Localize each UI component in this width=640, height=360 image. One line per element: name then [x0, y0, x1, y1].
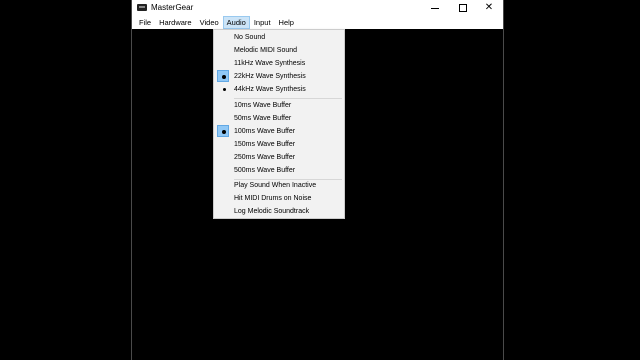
- minimize-icon: [431, 7, 439, 9]
- menu-option-label: 500ms Wave Buffer: [234, 167, 296, 174]
- menu-option-250ms[interactable]: 250ms Wave Buffer: [214, 151, 344, 164]
- menu-option-play-inactive[interactable]: Play Sound When Inactive: [214, 179, 344, 192]
- minimize-button[interactable]: [422, 0, 448, 16]
- menu-option-label: Hit MIDI Drums on Noise: [234, 195, 312, 202]
- maximize-button[interactable]: [450, 0, 476, 16]
- app-icon: [137, 4, 147, 11]
- menu-option-150ms[interactable]: 150ms Wave Buffer: [214, 138, 344, 151]
- audio-dropdown-menu: No Sound Melodic MIDI Sound 11kHz Wave S…: [213, 29, 345, 219]
- menu-file[interactable]: File: [135, 16, 155, 29]
- menu-option-50ms[interactable]: 50ms Wave Buffer: [214, 112, 344, 125]
- menu-option-22khz[interactable]: 22kHz Wave Synthesis: [214, 70, 344, 83]
- menu-video[interactable]: Video: [196, 16, 223, 29]
- menu-option-log-soundtrack[interactable]: Log Melodic Soundtrack: [214, 205, 344, 218]
- menu-option-10ms[interactable]: 10ms Wave Buffer: [214, 99, 344, 112]
- menu-option-label: 100ms Wave Buffer: [234, 128, 296, 135]
- close-button[interactable]: ✕: [476, 0, 502, 16]
- menu-input[interactable]: Input: [250, 16, 275, 29]
- menu-option-label: 150ms Wave Buffer: [234, 141, 296, 148]
- menu-option-label: Melodic MIDI Sound: [234, 47, 298, 54]
- radio-selected-icon: [217, 70, 229, 82]
- menu-bar: File Hardware Video Audio Input Help: [132, 16, 503, 29]
- menu-option-500ms[interactable]: 500ms Wave Buffer: [214, 164, 344, 177]
- menu-option-midi-drums[interactable]: Hit MIDI Drums on Noise: [214, 192, 344, 205]
- menu-option-label: No Sound: [234, 34, 266, 41]
- menu-option-44khz[interactable]: 44kHz Wave Synthesis: [214, 83, 344, 96]
- menu-option-label: 22kHz Wave Synthesis: [234, 73, 306, 80]
- maximize-icon: [459, 4, 467, 12]
- menu-hardware[interactable]: Hardware: [155, 16, 196, 29]
- window-title: MasterGear: [151, 3, 194, 12]
- menu-option-100ms[interactable]: 100ms Wave Buffer: [214, 125, 344, 138]
- menu-help[interactable]: Help: [275, 16, 298, 29]
- menu-option-11khz[interactable]: 11kHz Wave Synthesis: [214, 57, 344, 70]
- menu-audio[interactable]: Audio: [222, 16, 250, 29]
- close-icon: ✕: [484, 2, 494, 13]
- menu-option-label: Play Sound When Inactive: [234, 182, 317, 189]
- menu-option-melodic-midi[interactable]: Melodic MIDI Sound: [214, 44, 344, 57]
- menu-option-label: Log Melodic Soundtrack: [234, 208, 310, 215]
- menu-option-label: 10ms Wave Buffer: [234, 102, 292, 109]
- bullet-icon: [223, 88, 226, 91]
- menu-option-label: 44kHz Wave Synthesis: [234, 86, 306, 93]
- radio-selected-icon: [217, 125, 229, 137]
- menu-option-label: 250ms Wave Buffer: [234, 154, 296, 161]
- menu-option-label: 50ms Wave Buffer: [234, 115, 292, 122]
- menu-option-no-sound[interactable]: No Sound: [214, 31, 344, 44]
- title-bar[interactable]: MasterGear ✕: [132, 0, 503, 16]
- menu-option-label: 11kHz Wave Synthesis: [234, 60, 306, 67]
